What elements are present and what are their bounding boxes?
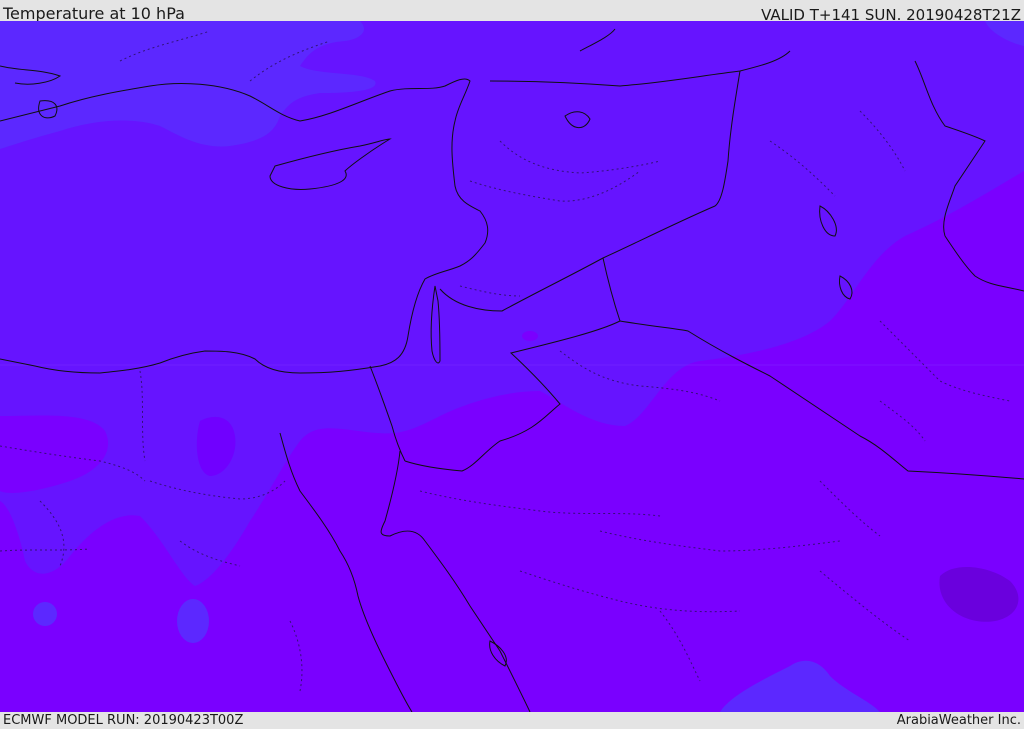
credit-text: ArabiaWeather Inc. [896, 713, 1021, 728]
model-run: ECMWF MODEL RUN: 20190423T00Z [3, 713, 244, 728]
weather-map[interactable] [0, 21, 1024, 712]
band-cool-dot-2 [177, 599, 209, 643]
top-bar: Temperature at 10 hPa VALID T+141 SUN. 2… [0, 0, 1024, 24]
band-cool-dot-1 [33, 602, 57, 626]
map-canvas [0, 21, 1024, 712]
band-small-blob [522, 331, 538, 341]
bottom-bar: ECMWF MODEL RUN: 20190423T00Z ArabiaWeat… [0, 712, 1024, 729]
